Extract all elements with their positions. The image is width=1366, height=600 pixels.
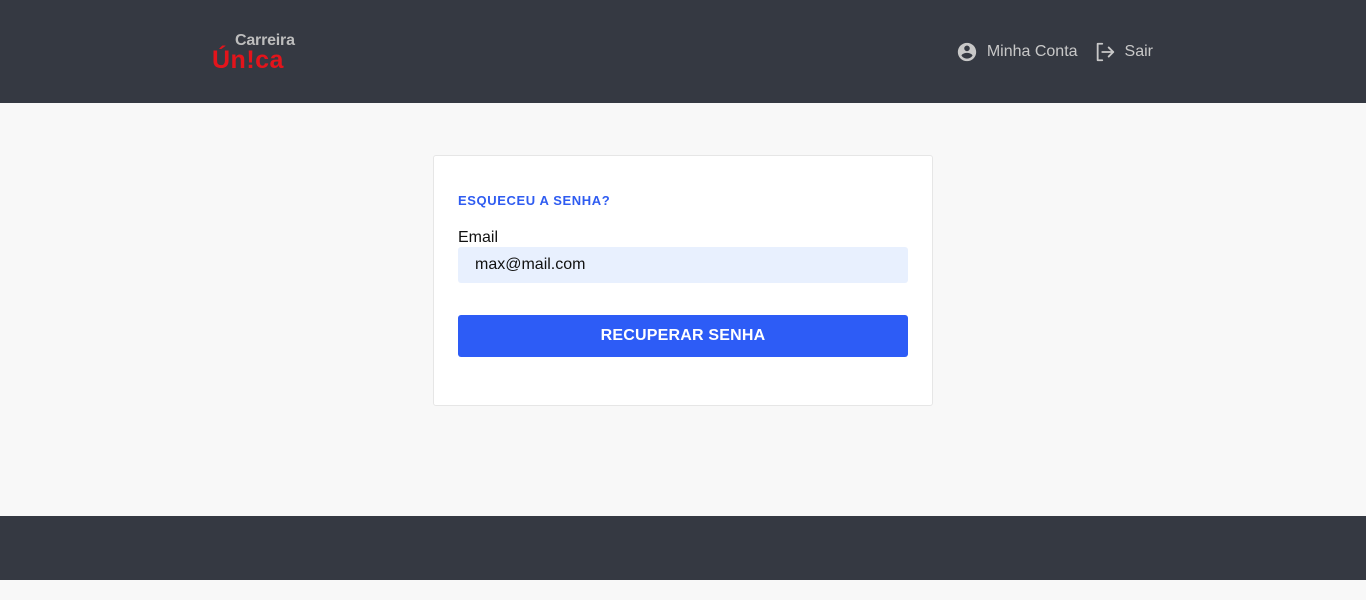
header-nav: Minha Conta Sair [956, 40, 1153, 64]
logout-icon [1094, 41, 1116, 63]
account-circle-icon [956, 41, 978, 63]
header: Carreira Ún!ca Minha Conta Sair [0, 0, 1366, 103]
logo-bottom-text: Ún!ca [212, 46, 284, 74]
logo[interactable]: Carreira Ún!ca [212, 32, 302, 74]
my-account-link[interactable]: Minha Conta [956, 41, 1078, 63]
logout-link[interactable]: Sair [1094, 41, 1153, 63]
email-input[interactable] [458, 247, 908, 283]
footer [0, 516, 1366, 580]
forgot-password-card: ESQUECEU A SENHA? Email RECUPERAR SENHA [433, 155, 933, 406]
email-label: Email [458, 229, 499, 246]
recover-password-button[interactable]: RECUPERAR SENHA [458, 315, 908, 357]
logout-label: Sair [1124, 43, 1153, 60]
my-account-label: Minha Conta [986, 43, 1078, 60]
form-title: ESQUECEU A SENHA? [458, 193, 611, 208]
